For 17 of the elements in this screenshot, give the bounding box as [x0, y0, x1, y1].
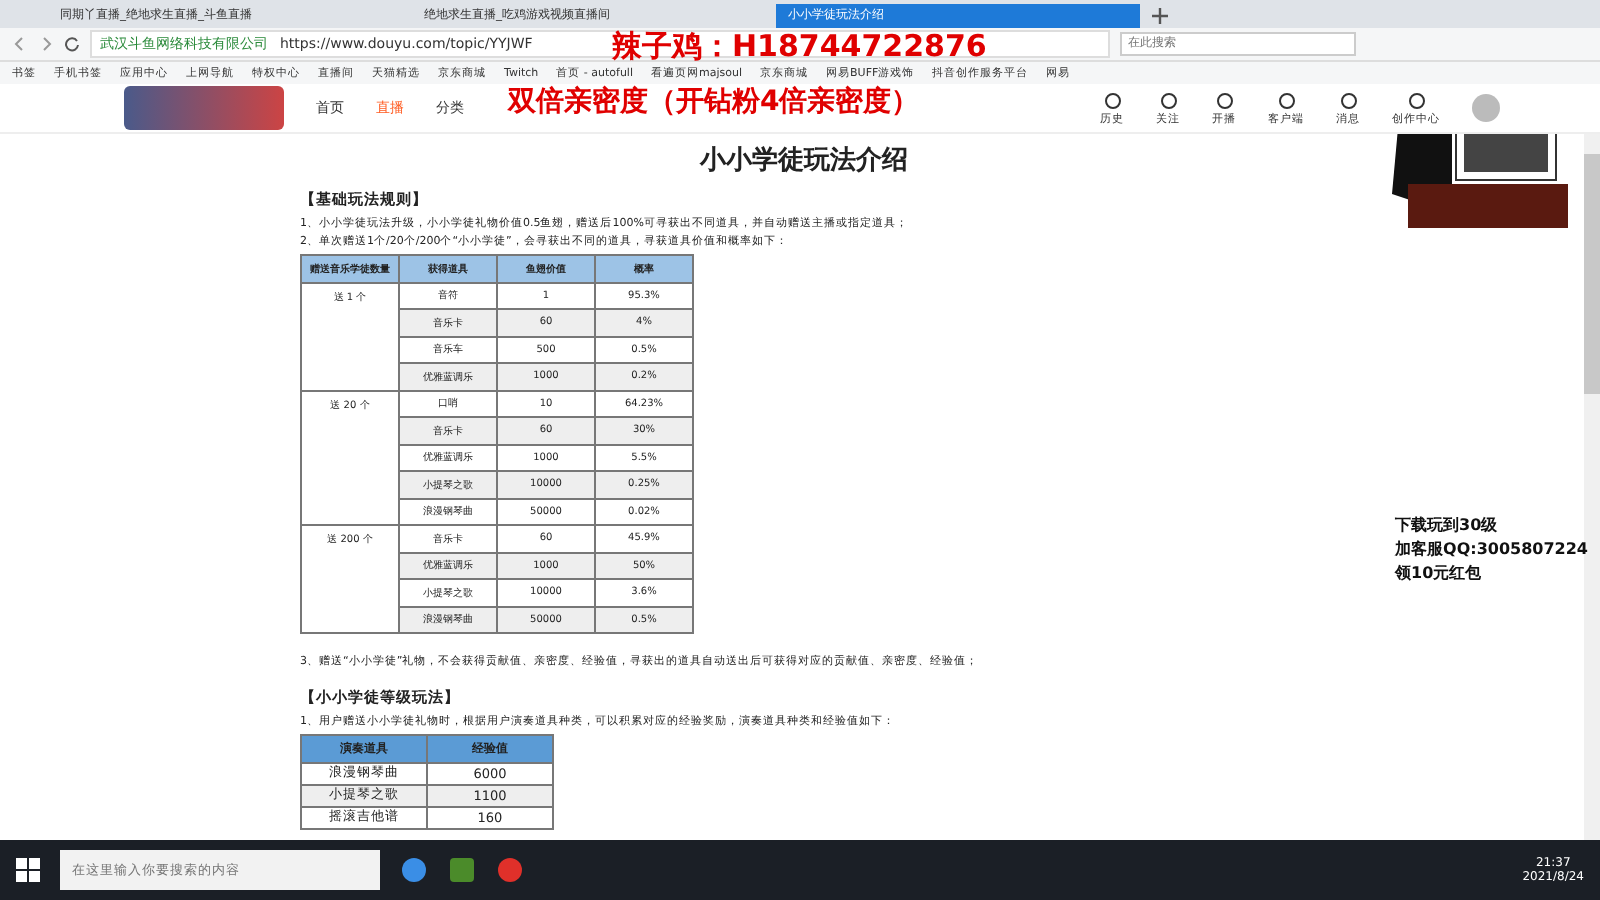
scrollbar-thumb[interactable]	[1584, 154, 1600, 394]
browser-icon[interactable]	[400, 856, 428, 884]
reload-icon[interactable]	[64, 36, 80, 52]
circle-icon[interactable]	[1215, 91, 1233, 109]
circle-icon[interactable]	[1407, 91, 1425, 109]
promo-text: 下载玩到30级 加客服QQ:3005807224 领10元红包	[1395, 514, 1588, 586]
page-title: 小小学徒玩法介绍	[700, 144, 910, 178]
app-icon[interactable]	[496, 856, 524, 884]
circle-icon[interactable]	[1159, 91, 1177, 109]
forward-icon[interactable]	[38, 36, 54, 52]
circle-icon[interactable]	[1339, 91, 1357, 109]
app-icon[interactable]	[448, 856, 476, 884]
circle-icon[interactable]	[1277, 91, 1295, 109]
circle-icon[interactable]	[1103, 91, 1121, 109]
windows-start-icon[interactable]	[16, 858, 40, 882]
back-icon[interactable]	[12, 36, 28, 52]
overlay-caption: 双倍亲密度（开钻粉4倍亲密度）	[508, 84, 920, 120]
